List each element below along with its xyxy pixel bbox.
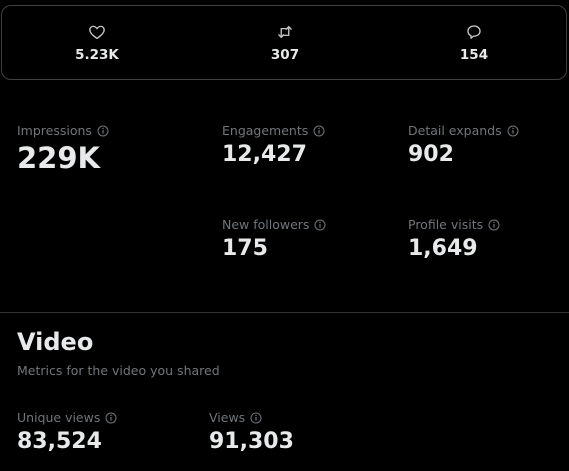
impressions-label: Impressions <box>17 123 92 138</box>
impressions-metric: Impressions 229K <box>17 123 109 175</box>
info-icon[interactable] <box>105 412 117 424</box>
new-followers-label: New followers <box>222 217 310 232</box>
unique-views-value: 83,524 <box>17 429 102 454</box>
info-icon[interactable] <box>250 412 262 424</box>
info-icon[interactable] <box>488 219 500 231</box>
reposts-count: 307 <box>270 47 300 63</box>
detail-expands-metric: Detail expands 902 <box>408 123 519 167</box>
repost-icon <box>225 23 345 41</box>
replies-count: 154 <box>459 47 489 63</box>
unique-views-metric: Unique views 83,524 <box>17 410 117 454</box>
profile-visits-metric: Profile visits 1,649 <box>408 217 500 261</box>
reposts-stat[interactable]: 307 <box>225 23 345 63</box>
replies-stat[interactable]: 154 <box>414 23 534 63</box>
views-metric: Views 91,303 <box>209 410 294 454</box>
detail-expands-value: 902 <box>408 142 454 167</box>
detail-expands-label: Detail expands <box>408 123 502 138</box>
profile-visits-value: 1,649 <box>408 236 478 261</box>
views-value: 91,303 <box>209 429 294 454</box>
info-icon[interactable] <box>97 125 109 137</box>
info-icon[interactable] <box>314 219 326 231</box>
video-section-subtitle: Metrics for the video you shared <box>17 363 220 378</box>
likes-count: 5.23K <box>75 47 119 63</box>
impressions-value: 229K <box>17 141 101 175</box>
unique-views-label: Unique views <box>17 410 101 425</box>
info-icon[interactable] <box>313 125 325 137</box>
engagements-label: Engagements <box>222 123 309 138</box>
reply-icon <box>414 23 534 41</box>
views-label: Views <box>209 410 246 425</box>
new-followers-value: 175 <box>222 236 268 261</box>
engagements-metric: Engagements 12,427 <box>222 123 325 167</box>
likes-stat[interactable]: 5.23K <box>37 23 157 63</box>
new-followers-metric: New followers 175 <box>222 217 326 261</box>
section-divider <box>0 312 569 313</box>
heart-icon <box>37 23 157 41</box>
info-icon[interactable] <box>507 125 519 137</box>
engagements-value: 12,427 <box>222 142 307 167</box>
engagement-summary: 5.23K 307 154 <box>1 5 567 80</box>
profile-visits-label: Profile visits <box>408 217 484 232</box>
video-section-title: Video <box>17 328 94 356</box>
